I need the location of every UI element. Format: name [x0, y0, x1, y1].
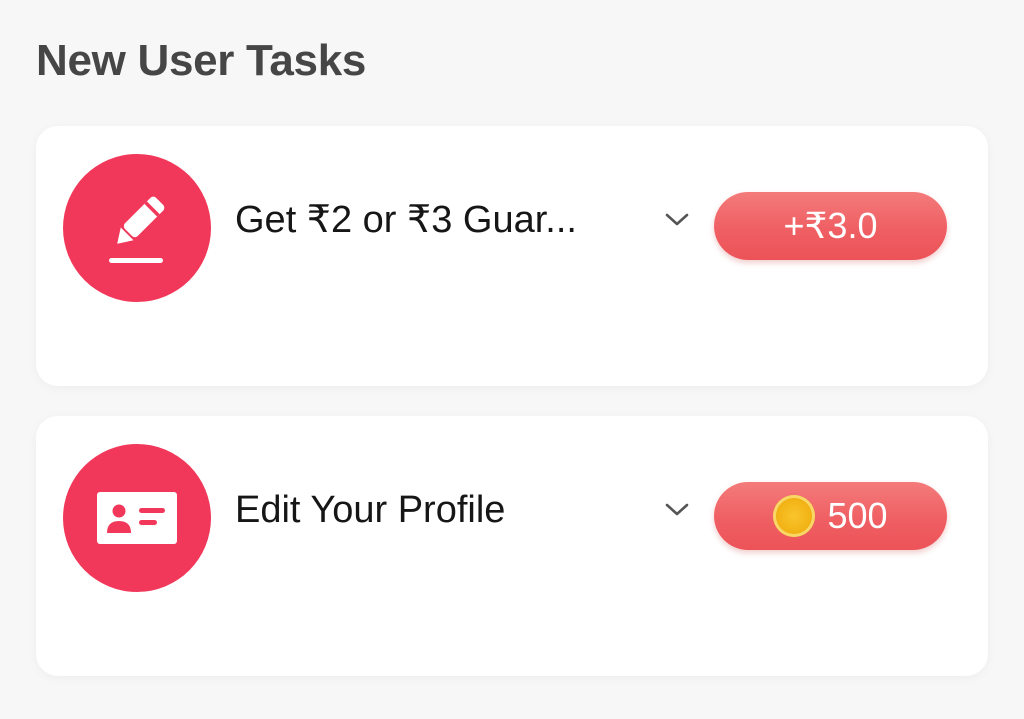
task-label: Get ₹2 or ₹3 Guar...	[235, 199, 577, 241]
reward-amount: 500	[827, 495, 888, 536]
pencil-icon	[63, 154, 211, 302]
reward-button[interactable]: 500	[714, 482, 947, 550]
coin-icon	[773, 495, 816, 537]
reward-amount: +₹3.0	[783, 205, 878, 246]
id-card-icon	[63, 444, 211, 592]
chevron-down-icon[interactable]	[661, 494, 693, 526]
reward-button[interactable]: +₹3.0	[714, 192, 947, 260]
section-title: New User Tasks	[36, 36, 367, 85]
chevron-down-icon[interactable]	[661, 204, 693, 236]
task-label: Edit Your Profile	[235, 489, 506, 531]
task-card-guaranteed[interactable]: Get ₹2 or ₹3 Guar... +₹3.0	[36, 126, 988, 386]
task-card-edit-profile[interactable]: Edit Your Profile 500	[36, 416, 988, 676]
